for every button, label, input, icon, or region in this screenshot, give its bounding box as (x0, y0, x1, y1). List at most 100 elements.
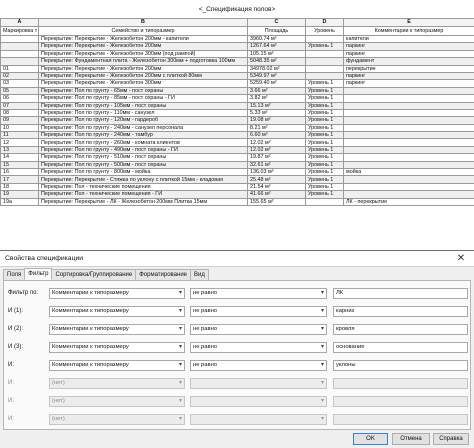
filter-field-select[interactable]: Комментарии к типоразмеру ▾ (49, 360, 185, 371)
filter-value-input[interactable]: основание (333, 342, 468, 353)
table-cell[interactable]: Перекрытие: Пол по грунту - 110мм - сану… (38, 108, 248, 118)
table-cell[interactable]: Перекрытие: Пол по грунту - 500мм - пост… (38, 160, 248, 170)
filter-field-select[interactable]: Комментарии к типоразмеру ▾ (49, 306, 185, 317)
table-cell[interactable]: 19.08 м² (247, 116, 306, 125)
table-cell[interactable]: 3.66 м² (247, 86, 306, 96)
table-cell[interactable]: 25.48 м² (247, 175, 306, 184)
table-cell[interactable]: Перекрытие: Пол по грунту - 240мм - сану… (38, 123, 248, 133)
table-cell[interactable] (343, 182, 474, 192)
table-cell[interactable]: Уровень 1 (305, 190, 344, 199)
filter-operator-select[interactable]: не равно ▾ (190, 342, 327, 353)
table-cell[interactable]: 105.15 м² (247, 49, 306, 59)
table-cell[interactable]: Уровень 1 (305, 86, 344, 96)
table-cell[interactable]: 5349.97 м² (247, 71, 306, 81)
table-cell[interactable]: Площадь (247, 26, 306, 36)
table-cell[interactable]: Уровень 1 (305, 42, 344, 51)
table-cell[interactable]: Уровень 1 (305, 131, 344, 140)
table-cell[interactable]: Маркировка т (0, 26, 39, 36)
close-button[interactable]: ✕ (454, 252, 468, 266)
help-button[interactable]: Справка (433, 433, 469, 445)
table-cell[interactable] (305, 197, 344, 207)
tab-appearance[interactable]: Вид (190, 269, 209, 280)
table-cell[interactable]: 05 (0, 86, 39, 96)
table-cell[interactable]: 12.02 м² (247, 138, 306, 147)
table-cell[interactable]: Уровень 1 (305, 108, 344, 118)
table-cell[interactable]: 17 (0, 175, 39, 184)
table-cell[interactable]: 21.54 м² (247, 182, 306, 192)
table-cell[interactable]: Перекрытие: Перекрытие - Железобетон 200… (38, 42, 248, 51)
table-cell[interactable]: 06 (0, 94, 39, 103)
table-cell[interactable]: Перекрытие: Фундаментная плита - Железоб… (38, 57, 248, 66)
table-cell[interactable]: 12.02 м² (247, 145, 306, 155)
table-cell[interactable]: 5.33 м² (247, 108, 306, 118)
table-cell[interactable]: 8.21 м² (247, 123, 306, 133)
table-cell[interactable]: 155.65 м² (247, 197, 306, 207)
table-cell[interactable]: 19a (0, 197, 39, 207)
table-cell[interactable]: Перекрытие: Пол - технические помещения … (38, 190, 248, 199)
table-cell[interactable]: 6.60 м² (247, 131, 306, 140)
table-cell[interactable]: 13 (0, 145, 39, 155)
table-cell[interactable]: 15 (0, 160, 39, 170)
table-cell[interactable]: 3.82 м² (247, 94, 306, 103)
filter-field-select[interactable]: Комментарии к типоразмеру ▾ (49, 288, 185, 299)
table-cell[interactable]: Перекрытие: Пол по грунту - 85мм - пост … (38, 94, 248, 103)
cancel-button[interactable]: Отмена (392, 433, 430, 445)
table-cell[interactable]: Перекрытие: Пол по грунту - 800мм - мойк… (38, 168, 248, 177)
filter-value-input[interactable]: карниз (333, 306, 468, 317)
table-cell[interactable] (0, 42, 39, 51)
table-cell[interactable]: Уровень 1 (305, 116, 344, 125)
table-cell[interactable]: 08 (0, 108, 39, 118)
table-cell[interactable]: 5259.40 м² (247, 79, 306, 88)
table-cell[interactable]: паркинг (343, 79, 474, 88)
table-cell[interactable] (343, 116, 474, 125)
table-cell[interactable] (305, 49, 344, 59)
filter-operator-select[interactable]: не равно ▾ (190, 288, 327, 299)
table-cell[interactable]: Уровень 1 (305, 79, 344, 88)
table-cell[interactable]: Уровень (305, 26, 344, 36)
table-cell[interactable]: 5048.35 м² (247, 57, 306, 66)
table-cell[interactable]: Уровень 1 (305, 94, 344, 103)
table-cell[interactable]: Перекрытие: Пол по грунту - 240мм - тамб… (38, 131, 248, 140)
table-cell[interactable]: Перекрытие: Пол по грунту - 510мм - пост… (38, 153, 248, 162)
table-cell[interactable]: Уровень 1 (305, 182, 344, 192)
table-cell[interactable]: 10 (0, 123, 39, 133)
table-cell[interactable] (0, 34, 39, 44)
filter-value-input[interactable]: ЛК (333, 288, 468, 299)
table-cell[interactable]: Уровень 1 (305, 153, 344, 162)
table-cell[interactable]: Перекрытие: Перекрытие - Стяжка по уклон… (38, 175, 248, 184)
table-cell[interactable]: 16 (0, 168, 39, 177)
filter-field-select[interactable]: Комментарии к типоразмеру ▾ (49, 342, 185, 353)
table-cell[interactable]: 09 (0, 116, 39, 125)
table-cell[interactable]: Уровень 1 (305, 101, 344, 110)
table-cell[interactable]: паркинг (343, 42, 474, 51)
table-cell[interactable] (343, 190, 474, 199)
table-cell[interactable]: мойка (343, 168, 474, 177)
filter-field-select[interactable]: Комментарии к типоразмеру ▾ (49, 324, 185, 335)
table-cell[interactable]: Перекрытие: Перекрытие - Железобетон 200… (38, 71, 248, 81)
filter-operator-select[interactable]: не равно ▾ (190, 306, 327, 317)
table-cell[interactable]: Перекрытие: Перекрытие - ЛК - Железобето… (38, 197, 248, 207)
table-cell[interactable]: капители (343, 34, 474, 44)
table-cell[interactable]: 07 (0, 101, 39, 110)
table-cell[interactable] (343, 153, 474, 162)
table-cell[interactable] (305, 64, 344, 73)
dialog-titlebar[interactable]: Свойства спецификации ✕ (0, 251, 474, 267)
table-cell[interactable]: B (38, 18, 248, 27)
table-cell[interactable] (343, 86, 474, 96)
tab-formatting[interactable]: Форматирование (135, 269, 192, 280)
table-cell[interactable]: 136.03 м² (247, 168, 306, 177)
table-cell[interactable]: Комментарии к типоразмер (343, 26, 474, 36)
table-cell[interactable]: Перекрытие: Пол - технические помещения (38, 182, 248, 192)
table-cell[interactable]: 34978.02 м² (247, 64, 306, 73)
table-cell[interactable] (343, 123, 474, 133)
table-cell[interactable] (343, 138, 474, 147)
filter-value-input[interactable]: уклоны (333, 360, 468, 371)
tab-sorting-grouping[interactable]: Сортировка/Группирование (51, 269, 137, 280)
table-cell[interactable]: Перекрытие: Пол по грунту - 105мм - пост… (38, 101, 248, 110)
table-cell[interactable]: Перекрытие: Пол по грунту - 120мм - гард… (38, 116, 248, 125)
table-cell[interactable] (343, 160, 474, 170)
table-cell[interactable]: Перекрытие: Пол по грунту - 490мм - пост… (38, 145, 248, 155)
table-cell[interactable]: 18 (0, 182, 39, 192)
table-cell[interactable]: Уровень 1 (305, 175, 344, 184)
table-cell[interactable] (343, 175, 474, 184)
